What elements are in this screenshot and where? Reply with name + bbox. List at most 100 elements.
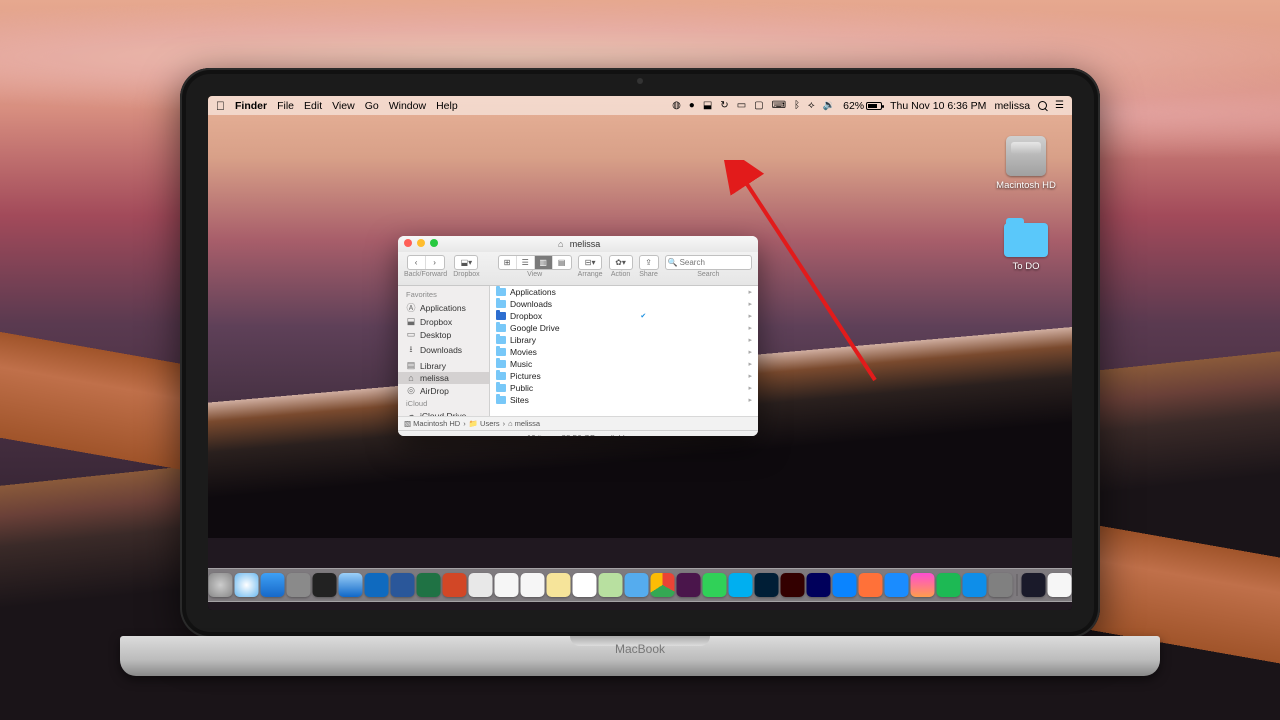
dock-app-itunes[interactable] xyxy=(911,573,935,597)
status-toggle-icon[interactable]: ● xyxy=(689,100,695,111)
list-item[interactable]: Public▸ xyxy=(490,382,758,394)
dock-app-illustrator[interactable] xyxy=(781,573,805,597)
dock-app-system-prefs[interactable] xyxy=(287,573,311,597)
arrange-button[interactable]: ⊟▾ xyxy=(579,256,601,269)
sidebar-item-dropbox[interactable]: ⬓Dropbox xyxy=(398,315,489,328)
path-segment[interactable]: 📁 Users xyxy=(469,419,500,428)
menu-view[interactable]: View xyxy=(332,100,355,112)
dock-app-safari[interactable] xyxy=(235,573,259,597)
status-time-machine-icon[interactable]: ↻ xyxy=(720,100,728,111)
menu-file[interactable]: File xyxy=(277,100,294,112)
dock-app-preview[interactable] xyxy=(469,573,493,597)
share-button[interactable]: ⇪ xyxy=(640,256,658,269)
folder-icon xyxy=(496,384,506,392)
dock-app-notes[interactable] xyxy=(547,573,571,597)
dock-app-photoshop[interactable] xyxy=(755,573,779,597)
status-onepassword-icon[interactable]: ◍ xyxy=(672,100,681,111)
dropbox-button[interactable]: ⬓▾ xyxy=(455,256,477,269)
dock-app-mail[interactable] xyxy=(339,573,363,597)
dock-app-afterfx[interactable] xyxy=(807,573,831,597)
dock-app-chrome[interactable] xyxy=(651,573,675,597)
dock-app-twitter[interactable] xyxy=(625,573,649,597)
list-item[interactable]: Downloads▸ xyxy=(490,298,758,310)
dock-app-teamviewer[interactable] xyxy=(963,573,987,597)
sidebar-item-melissa[interactable]: ⌂melissa xyxy=(398,372,489,384)
status-keyboard-icon[interactable]: ⌨ xyxy=(772,100,786,111)
dock-app-pages[interactable] xyxy=(495,573,519,597)
view-columns-button[interactable]: ▥ xyxy=(535,256,553,269)
dock-app-keynote[interactable] xyxy=(833,573,857,597)
dock-app-outlook[interactable] xyxy=(365,573,389,597)
titlebar[interactable]: ⌂ melissa xyxy=(398,236,758,252)
spotlight-icon[interactable] xyxy=(1038,101,1047,110)
search-input[interactable] xyxy=(665,255,752,270)
desktop-icon-to-do[interactable]: To DO xyxy=(994,217,1058,272)
status-bluetooth-icon[interactable]: ᛒ xyxy=(794,100,800,111)
list-item[interactable]: Google Drive▸ xyxy=(490,322,758,334)
dock-app-messages[interactable] xyxy=(703,573,727,597)
dock-app-powerpoint[interactable] xyxy=(443,573,467,597)
view-coverflow-button[interactable]: ▤ xyxy=(553,256,571,269)
list-item[interactable]: Movies▸ xyxy=(490,346,758,358)
path-segment[interactable]: ▧ Macintosh HD xyxy=(404,419,460,428)
dock-app-maps[interactable] xyxy=(599,573,623,597)
dock-app-firefox[interactable] xyxy=(859,573,883,597)
path-segment[interactable]: ⌂ melissa xyxy=(508,419,540,428)
list-item[interactable]: Applications▸ xyxy=(490,286,758,298)
app-name[interactable]: Finder xyxy=(235,100,267,112)
dock-app-1password[interactable] xyxy=(885,573,909,597)
dock-app-downloads-stack[interactable] xyxy=(1048,573,1072,597)
zoom-button[interactable] xyxy=(430,239,438,247)
finder-window[interactable]: ⌂ melissa ‹ › Back/Forward ⬓▾ Dropbox xyxy=(398,236,758,436)
sidebar-item-airdrop[interactable]: ◎AirDrop xyxy=(398,384,489,397)
dock-app-textedit[interactable] xyxy=(521,573,545,597)
action-button[interactable]: ✿▾ xyxy=(610,256,632,269)
dock-app-other1[interactable] xyxy=(989,573,1013,597)
dock-app-word[interactable] xyxy=(391,573,415,597)
menu-go[interactable]: Go xyxy=(365,100,379,112)
sidebar-item-desktop[interactable]: ▭Desktop xyxy=(398,328,489,341)
forward-button[interactable]: › xyxy=(426,256,444,269)
status-battery[interactable]: 62% xyxy=(843,100,882,112)
status-wifi-icon[interactable]: ⟡ xyxy=(808,100,815,111)
path-bar[interactable]: ▧ Macintosh HD› 📁 Users› ⌂ melissa xyxy=(398,416,758,430)
sidebar-item-applications[interactable]: ⒶApplications xyxy=(398,300,489,315)
sidebar-item-icloud-drive[interactable]: ☁iCloud Drive xyxy=(398,409,489,416)
status-datetime[interactable]: Thu Nov 10 6:36 PM xyxy=(890,100,986,112)
back-button[interactable]: ‹ xyxy=(408,256,426,269)
dock-app-excel[interactable] xyxy=(417,573,441,597)
sidebar-item-library[interactable]: ▤Library xyxy=(398,359,489,372)
dock-app-calendar[interactable] xyxy=(573,573,597,597)
list-item[interactable]: Pictures▸ xyxy=(490,370,758,382)
dock-app-terminal[interactable] xyxy=(313,573,337,597)
sidebar-item-label: melissa xyxy=(420,373,449,383)
view-icons-button[interactable]: ⊞ xyxy=(499,256,517,269)
dock-app-recent1[interactable] xyxy=(1022,573,1046,597)
close-button[interactable] xyxy=(404,239,412,247)
list-item[interactable]: Sites▸ xyxy=(490,394,758,406)
dock-app-appstore[interactable] xyxy=(261,573,285,597)
dock-app-spotify[interactable] xyxy=(937,573,961,597)
status-dropbox-icon[interactable]: ⬓ xyxy=(703,100,712,111)
dock[interactable] xyxy=(208,568,1072,602)
desktop-icon-macintosh-hd[interactable]: Macintosh HD xyxy=(994,136,1058,191)
menu-edit[interactable]: Edit xyxy=(304,100,322,112)
menu-window[interactable]: Window xyxy=(389,100,426,112)
status-display-icon[interactable]: ▭ xyxy=(737,100,746,111)
minimize-button[interactable] xyxy=(417,239,425,247)
dock-app-launchpad[interactable] xyxy=(209,573,233,597)
sidebar-item-downloads[interactable]: ⭳Downloads xyxy=(398,341,489,359)
list-item[interactable]: Dropbox✔▸ xyxy=(490,310,758,322)
status-volume-icon[interactable]: 🔉 xyxy=(823,100,835,111)
dock-app-slack[interactable] xyxy=(677,573,701,597)
status-user[interactable]: melissa xyxy=(994,100,1030,112)
notification-center-icon[interactable]: ☰ xyxy=(1055,100,1064,111)
list-item[interactable]: Music▸ xyxy=(490,358,758,370)
list-item[interactable]: Library▸ xyxy=(490,334,758,346)
status-airplay-icon[interactable]: ▢ xyxy=(754,100,763,111)
view-list-button[interactable]: ☰ xyxy=(517,256,535,269)
dock-app-skype[interactable] xyxy=(729,573,753,597)
menu-help[interactable]: Help xyxy=(436,100,458,112)
apple-menu-icon[interactable]:  xyxy=(216,99,225,113)
column-list[interactable]: Applications▸ Downloads▸ Dropbox✔▸ Googl… xyxy=(490,286,758,416)
